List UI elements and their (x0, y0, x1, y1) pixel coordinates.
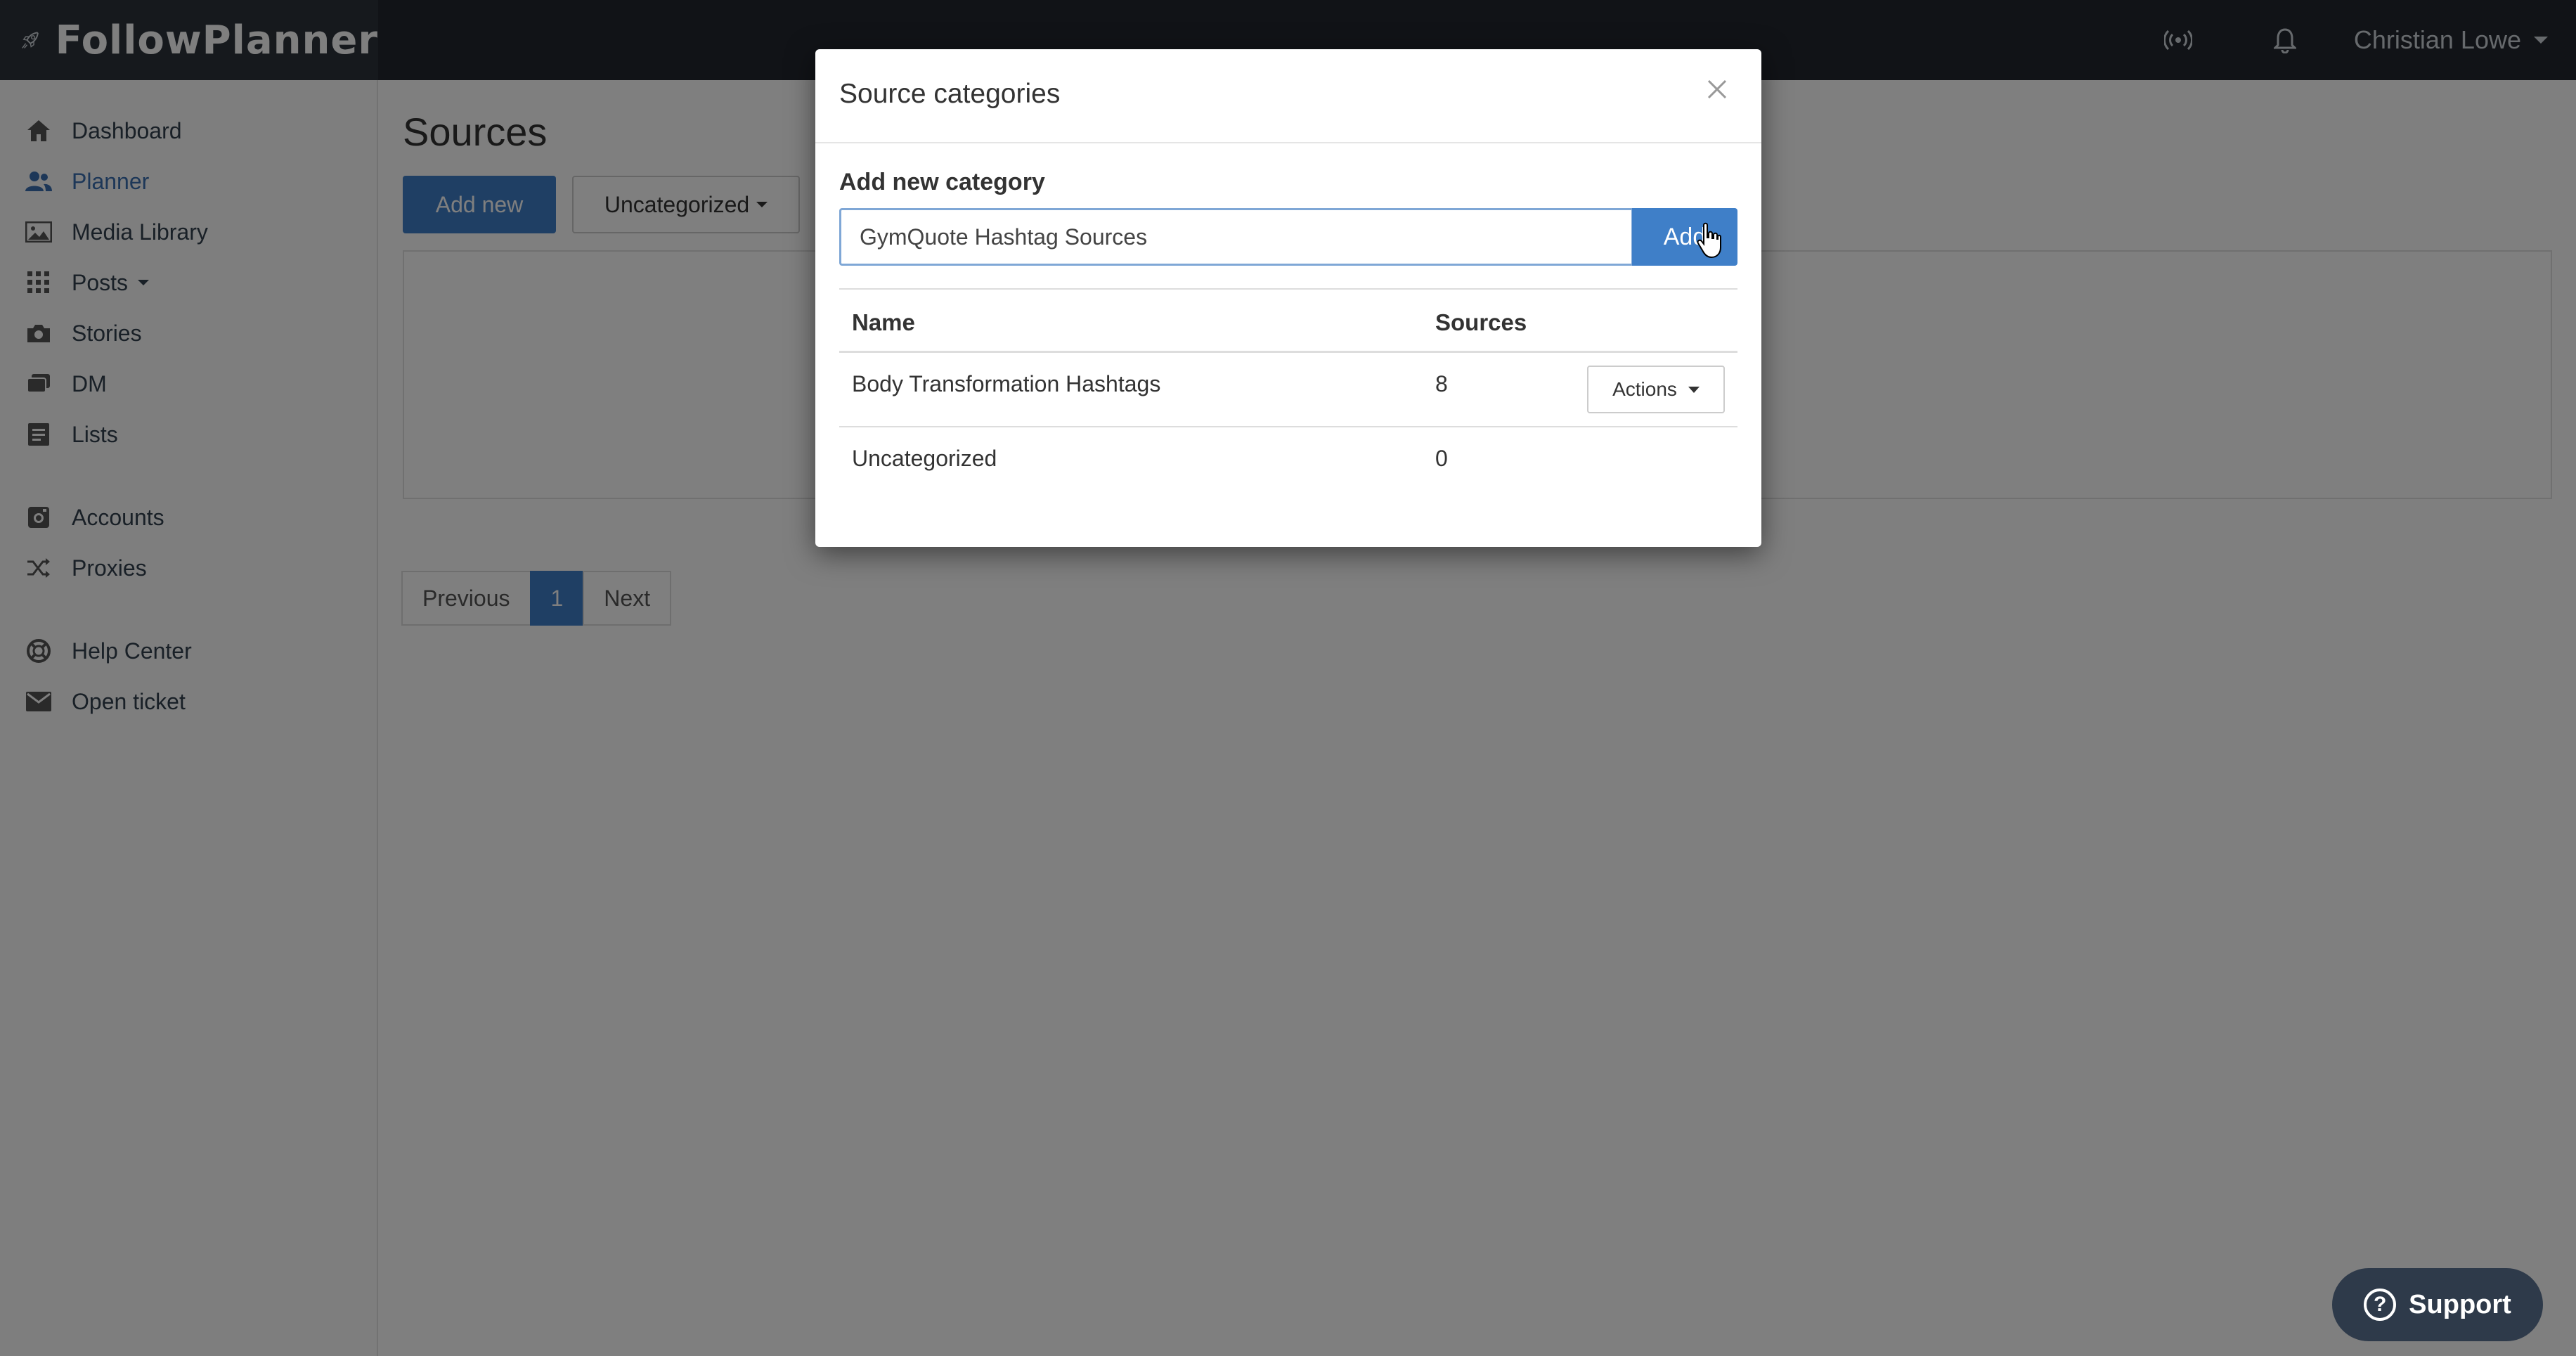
category-name: Uncategorized (852, 446, 997, 471)
source-categories-modal: Source categories Add new category Add N… (815, 49, 1761, 547)
chevron-down-icon (1688, 386, 1700, 393)
actions-label: Actions (1612, 378, 1677, 400)
table-row: Body Transformation Hashtags 8 Actions (839, 353, 1737, 427)
category-name: Body Transformation Hashtags (852, 371, 1161, 396)
support-button[interactable]: ? Support (2332, 1268, 2543, 1341)
table-row: Uncategorized 0 (839, 427, 1737, 502)
close-icon (1707, 79, 1727, 99)
column-header-name: Name (852, 309, 915, 335)
categories-table: Name Sources Body Transformation Hashtag… (839, 288, 1737, 502)
support-label: Support (2409, 1289, 2511, 1319)
category-source-count: 0 (1435, 446, 1448, 471)
add-category-label: Add new category (839, 169, 1045, 195)
close-button[interactable] (1701, 73, 1733, 105)
table-header: Name Sources (839, 288, 1737, 353)
category-name-input[interactable] (839, 208, 1633, 266)
question-icon: ? (2364, 1289, 2397, 1321)
actions-dropdown-button[interactable]: Actions (1587, 366, 1725, 413)
modal-header: Source categories (815, 49, 1761, 143)
column-header-sources: Sources (1435, 309, 1527, 335)
category-source-count: 8 (1435, 371, 1448, 396)
pointer-cursor-icon (1697, 222, 1721, 259)
modal-title: Source categories (839, 79, 1061, 109)
